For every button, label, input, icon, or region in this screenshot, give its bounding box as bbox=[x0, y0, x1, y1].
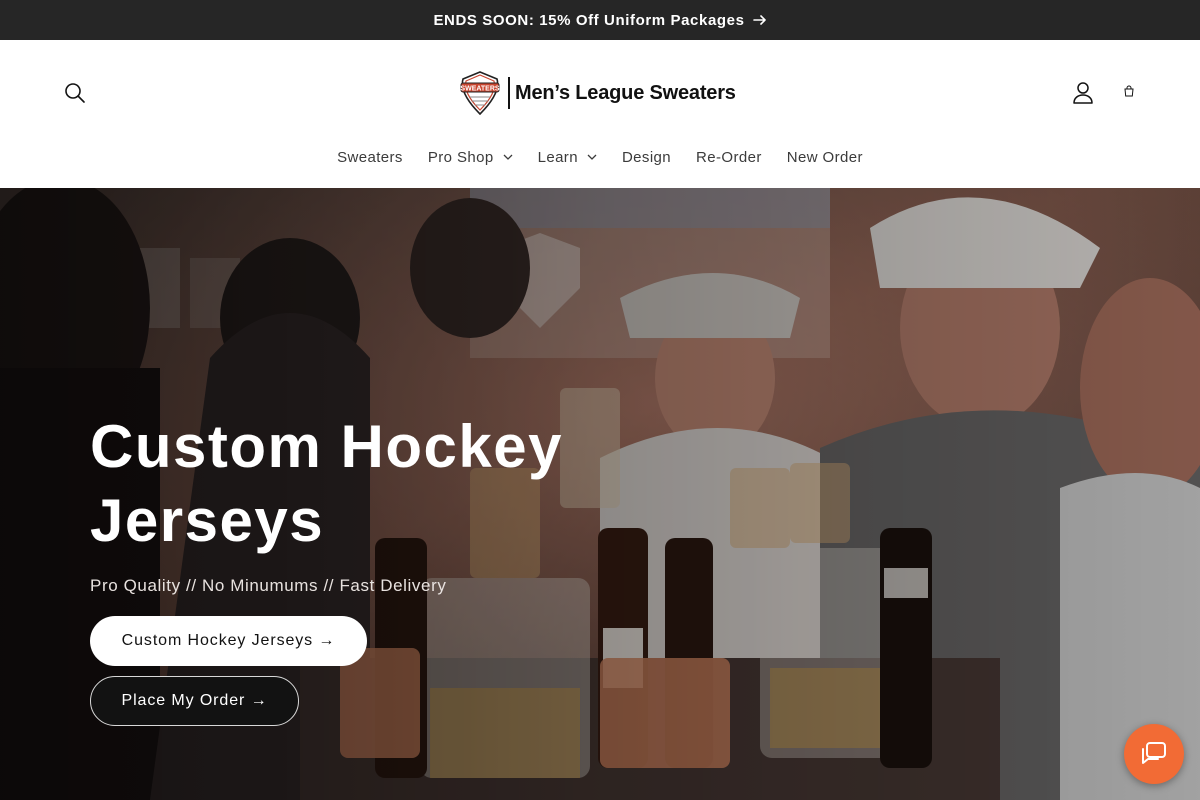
announcement-text[interactable]: ENDS SOON: 15% Off Uniform Packages bbox=[433, 12, 744, 29]
custom-hockey-jerseys-button[interactable]: Custom Hockey Jerseys → bbox=[90, 616, 367, 666]
arrow-right-icon bbox=[752, 14, 767, 26]
hero-title: Custom Hockey Jerseys bbox=[90, 413, 563, 554]
nav-item-pro-shop[interactable]: Pro Shop bbox=[428, 149, 513, 166]
nav-item-learn[interactable]: Learn bbox=[538, 149, 597, 166]
nav-item-new-order[interactable]: New Order bbox=[787, 149, 863, 166]
chat-button[interactable] bbox=[1124, 724, 1184, 784]
nav-item-sweaters[interactable]: Sweaters bbox=[337, 149, 403, 166]
chat-icon bbox=[1142, 742, 1166, 764]
search-icon bbox=[65, 83, 85, 103]
announcement-bar[interactable]: ENDS SOON: 15% Off Uniform Packages bbox=[0, 0, 1200, 40]
account-button[interactable] bbox=[1070, 80, 1096, 106]
hero-banner: Custom Hockey Jerseys Pro Quality // No … bbox=[0, 188, 1200, 800]
nav-item-re-order[interactable]: Re-Order bbox=[696, 149, 762, 166]
logo-divider bbox=[508, 77, 510, 109]
place-my-order-button[interactable]: Place My Order → bbox=[90, 676, 299, 726]
logo-badge-text: SWEATERS bbox=[460, 86, 499, 93]
brand-name: Men’s League Sweaters bbox=[515, 81, 736, 104]
search-button[interactable] bbox=[62, 80, 88, 106]
site-logo[interactable]: SWEATERS Men’s League Sweaters bbox=[458, 71, 736, 115]
nav-item-label[interactable]: Sweaters bbox=[337, 149, 403, 166]
nav-item-label[interactable]: Re-Order bbox=[696, 149, 762, 166]
nav-item-label[interactable]: Design bbox=[622, 149, 671, 166]
nav-item-label[interactable]: Learn bbox=[538, 149, 578, 166]
cart-icon bbox=[1124, 85, 1134, 97]
hero-content: Custom Hockey Jerseys Pro Quality // No … bbox=[90, 410, 710, 726]
logo-badge-icon: SWEATERS bbox=[460, 71, 500, 115]
chevron-down-icon bbox=[587, 154, 597, 160]
nav-item-label[interactable]: Pro Shop bbox=[428, 149, 494, 166]
site-header: SWEATERS Men’s League Sweaters Sweaters … bbox=[0, 40, 1200, 188]
hero-subtitle: Pro Quality // No Minumums // Fast Deliv… bbox=[90, 576, 447, 595]
nav-item-design[interactable]: Design bbox=[622, 149, 671, 166]
cart-button[interactable] bbox=[1120, 82, 1138, 100]
nav-item-label[interactable]: New Order bbox=[787, 149, 863, 166]
account-icon bbox=[1073, 82, 1093, 104]
chevron-down-icon bbox=[503, 154, 513, 160]
main-nav: Sweaters Pro Shop Learn Design Re-Order … bbox=[0, 146, 1200, 168]
